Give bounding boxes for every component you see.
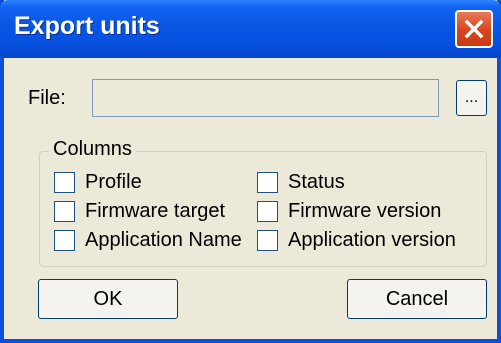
- checkbox-label: Status: [288, 171, 345, 193]
- checkbox-box[interactable]: [257, 201, 278, 222]
- checkbox-firmware-target[interactable]: Firmware target: [54, 200, 225, 223]
- checkbox-firmware-version[interactable]: Firmware version: [257, 200, 441, 223]
- ok-button[interactable]: OK: [38, 279, 178, 319]
- close-button[interactable]: [455, 10, 493, 48]
- checkbox-profile[interactable]: Profile: [54, 171, 142, 194]
- checkbox-box[interactable]: [257, 230, 278, 251]
- checkbox-application-version[interactable]: Application version: [257, 229, 456, 252]
- checkbox-box[interactable]: [54, 230, 75, 251]
- checkbox-status[interactable]: Status: [257, 171, 345, 194]
- columns-legend: Columns: [49, 138, 136, 161]
- checkbox-label: Application Name: [85, 229, 242, 251]
- checkbox-label: Firmware target: [85, 200, 226, 222]
- checkbox-box[interactable]: [257, 172, 278, 193]
- cancel-button[interactable]: Cancel: [347, 279, 487, 319]
- close-icon: [464, 19, 484, 39]
- checkbox-application-name[interactable]: Application Name: [54, 229, 242, 252]
- file-path-input[interactable]: [92, 79, 439, 117]
- checkbox-box[interactable]: [54, 201, 75, 222]
- window-title: Export units: [14, 12, 160, 40]
- export-units-dialog: Export units File: ... Columns Profile F…: [0, 0, 501, 343]
- checkbox-label: Application version: [288, 229, 456, 251]
- checkbox-label: Firmware version: [288, 200, 442, 222]
- title-bar[interactable]: Export units: [0, 0, 501, 58]
- checkbox-box[interactable]: [54, 172, 75, 193]
- checkbox-label: Profile: [85, 171, 142, 193]
- file-label: File:: [28, 87, 66, 109]
- browse-button[interactable]: ...: [456, 80, 487, 116]
